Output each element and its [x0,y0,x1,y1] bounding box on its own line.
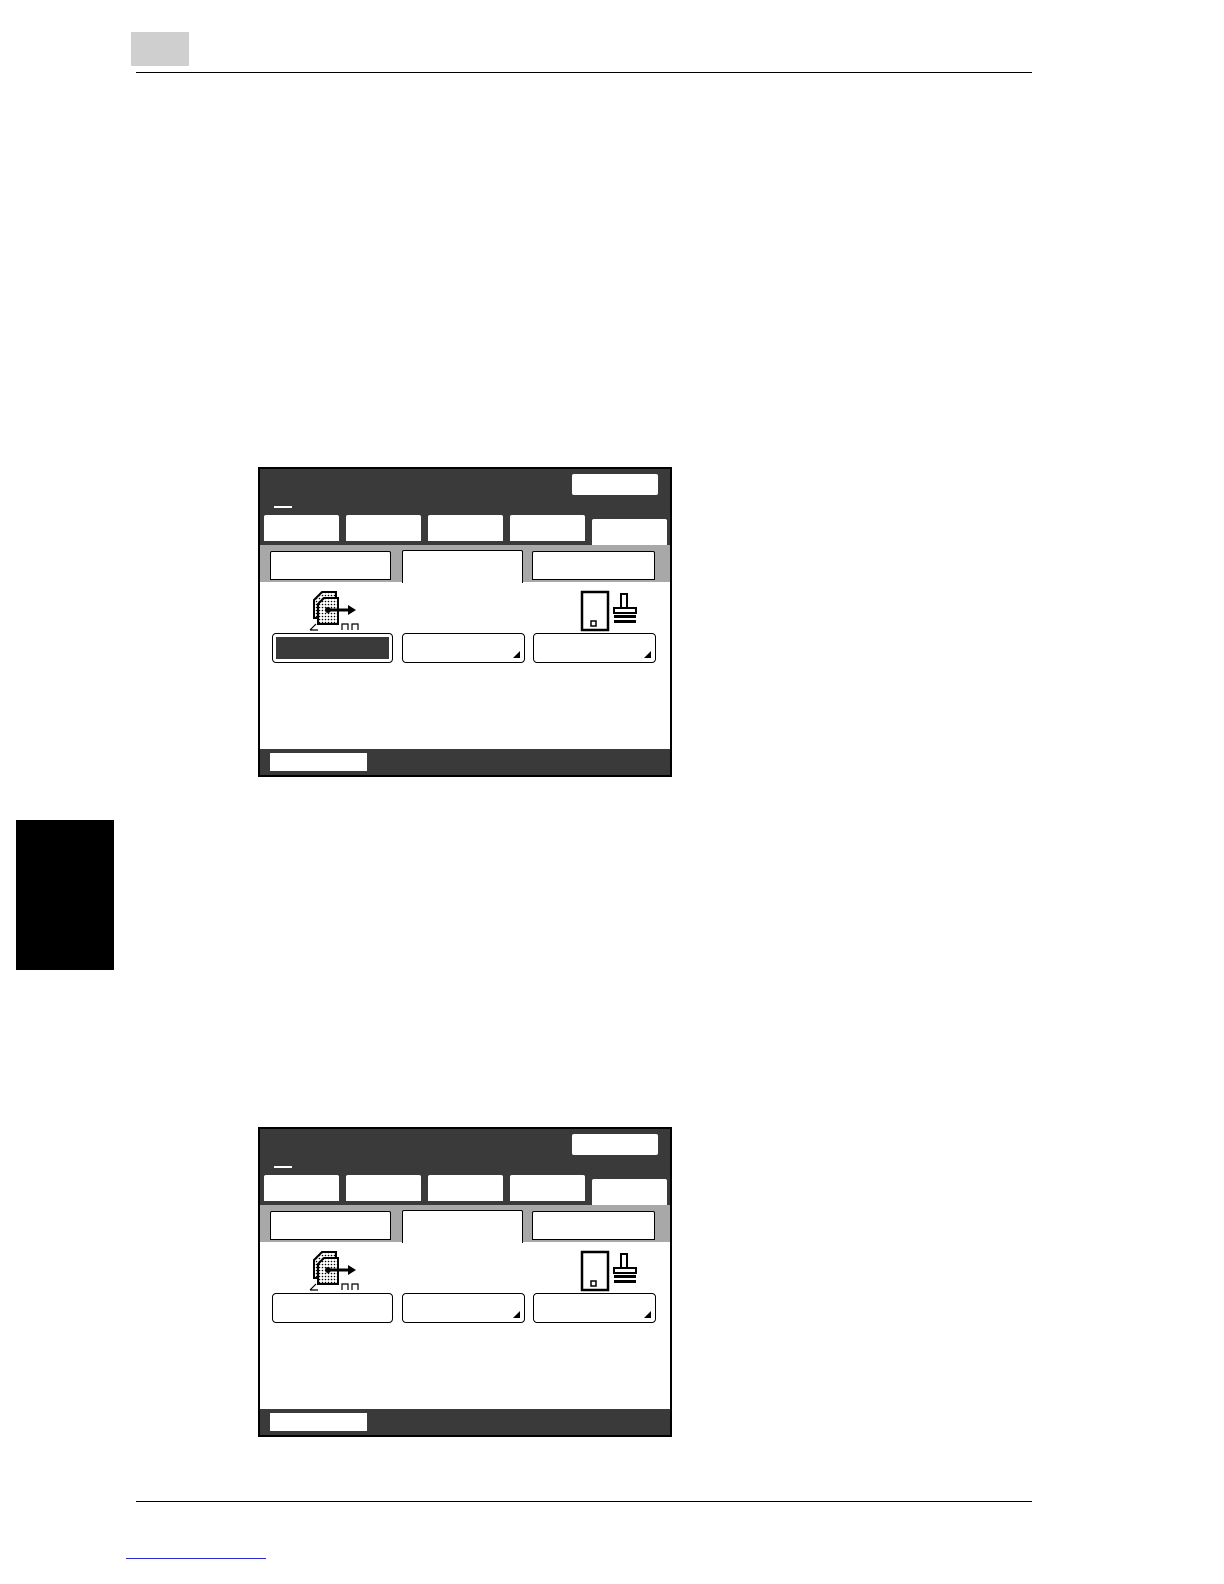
footer-button[interactable] [270,753,367,771]
main-tab-2[interactable] [346,515,421,541]
function-button-1[interactable] [272,1293,393,1323]
sub-tab-2-active[interactable] [402,1210,523,1243]
header-button[interactable] [572,1134,658,1155]
main-tab-4[interactable] [510,515,585,541]
submenu-triangle-icon [644,1311,651,1318]
stamp-icon [580,590,637,632]
submenu-triangle-icon [513,1311,520,1318]
page-number-box [131,32,189,66]
status-indicator [274,1166,292,1168]
header-button[interactable] [572,474,658,495]
function-button-3[interactable] [533,1293,656,1323]
main-tab-1[interactable] [264,1175,339,1201]
stamp-icon [580,1250,637,1292]
main-tab-3[interactable] [428,1175,503,1201]
main-tab-3[interactable] [428,515,503,541]
function-button-3[interactable] [533,633,656,663]
main-tab-2[interactable] [346,1175,421,1201]
sub-tab-3[interactable] [532,1211,655,1240]
control-panel-screen-2 [258,1127,672,1437]
image-shift-icon [309,591,359,631]
main-tab-5-active[interactable] [592,519,667,547]
sub-tab-1[interactable] [270,551,391,580]
chapter-side-tab [16,820,114,970]
control-panel-screen-1 [258,467,672,777]
image-shift-icon [309,1251,359,1291]
header-rule [136,72,1032,73]
function-button-1-selected[interactable] [272,633,393,663]
submenu-triangle-icon [644,651,651,658]
main-tab-1[interactable] [264,515,339,541]
submenu-triangle-icon [513,651,520,658]
footer-button[interactable] [270,1413,367,1431]
function-button-2[interactable] [402,1293,525,1323]
sub-tab-3[interactable] [532,551,655,580]
function-button-2[interactable] [402,633,525,663]
sub-tab-1[interactable] [270,1211,391,1240]
status-indicator [274,506,292,508]
footer-link-underline[interactable] [126,1558,266,1559]
main-tab-5-active[interactable] [592,1179,667,1207]
sub-tab-2-active[interactable] [402,550,523,583]
main-tab-4[interactable] [510,1175,585,1201]
footer-rule [136,1501,1032,1502]
